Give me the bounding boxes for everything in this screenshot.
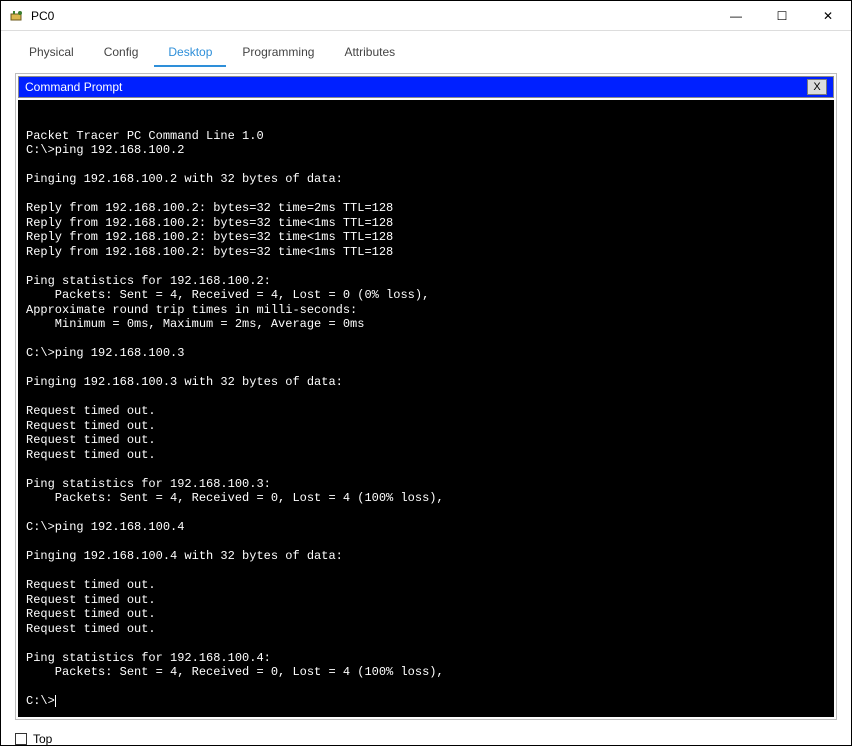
tab-attributes[interactable]: Attributes — [330, 39, 409, 67]
maximize-button[interactable]: ☐ — [759, 1, 805, 31]
tab-physical[interactable]: Physical — [15, 39, 88, 67]
tab-desktop[interactable]: Desktop — [154, 39, 226, 67]
content-area: Command Prompt X Packet Tracer PC Comman… — [1, 67, 851, 726]
terminal-caret — [55, 695, 56, 707]
footer: Top — [1, 726, 851, 756]
top-checkbox[interactable] — [15, 733, 27, 745]
close-button[interactable]: ✕ — [805, 1, 851, 31]
tab-bar: Physical Config Desktop Programming Attr… — [1, 31, 851, 67]
command-prompt-header: Command Prompt X — [18, 76, 834, 98]
tab-config[interactable]: Config — [90, 39, 153, 67]
window-titlebar: PC0 — ☐ ✕ — [1, 1, 851, 31]
window-title: PC0 — [31, 9, 713, 23]
command-prompt-close-button[interactable]: X — [807, 79, 827, 95]
command-prompt-title: Command Prompt — [25, 80, 807, 94]
tab-programming[interactable]: Programming — [228, 39, 328, 67]
app-panel: Command Prompt X Packet Tracer PC Comman… — [15, 73, 837, 720]
top-checkbox-label: Top — [33, 732, 52, 746]
app-icon — [9, 8, 25, 24]
terminal-output[interactable]: Packet Tracer PC Command Line 1.0 C:\>pi… — [18, 100, 834, 717]
minimize-button[interactable]: — — [713, 1, 759, 31]
